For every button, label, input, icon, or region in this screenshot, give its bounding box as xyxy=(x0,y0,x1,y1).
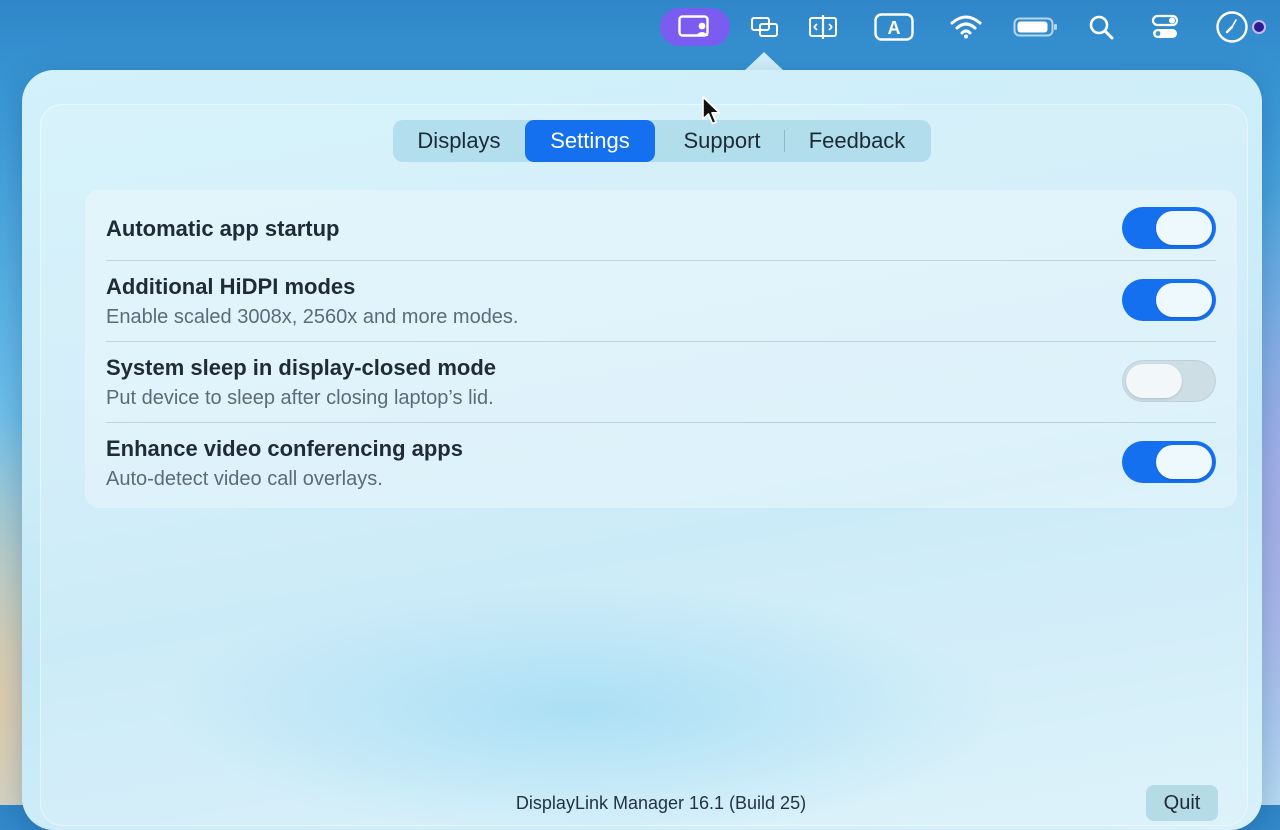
toggle-knob xyxy=(1156,211,1212,245)
setting-title: Enhance video conferencing apps xyxy=(106,436,463,461)
system-sleep-toggle[interactable] xyxy=(1122,360,1216,402)
tab-displays[interactable]: Displays xyxy=(399,120,519,162)
mouse-pointer-icon xyxy=(702,96,722,131)
automatic-startup-toggle[interactable] xyxy=(1122,207,1216,249)
displaylink-manager-icon[interactable] xyxy=(660,8,730,46)
setting-title: Automatic app startup xyxy=(106,216,340,241)
wifi-icon[interactable] xyxy=(948,8,984,46)
control-center-icon[interactable] xyxy=(1150,8,1180,46)
hidpi-modes-toggle[interactable] xyxy=(1122,279,1216,321)
setting-title: Additional HiDPI modes xyxy=(106,274,356,299)
setting-description: Auto-detect video call overlays. xyxy=(106,468,383,490)
quit-button[interactable]: Quit xyxy=(1146,785,1218,821)
toggle-knob xyxy=(1156,445,1212,479)
toggle-knob xyxy=(1126,364,1182,398)
input-source-icon[interactable]: A xyxy=(872,8,916,46)
toggle-knob xyxy=(1156,283,1212,317)
setting-row-system-sleep: System sleep in display-closed mode Put … xyxy=(106,342,1216,422)
clock-icon[interactable] xyxy=(1214,8,1250,46)
setting-description: Put device to sleep after closing laptop… xyxy=(106,387,494,409)
menu-bar: A xyxy=(0,0,1280,54)
tab-support[interactable]: Support xyxy=(663,120,781,162)
version-label: DisplayLink Manager 16.1 (Build 25) xyxy=(515,793,807,813)
siri-icon[interactable] xyxy=(1250,8,1268,46)
displaylink-popover: Displays Settings Support Feedback Autom… xyxy=(22,70,1262,830)
setting-description: Enable scaled 3008x, 2560x and more mode… xyxy=(106,306,519,328)
tab-bar: Displays Settings Support Feedback xyxy=(393,120,931,162)
popover-arrow xyxy=(744,52,784,71)
settings-card: Automatic app startup Additional HiDPI m… xyxy=(85,190,1237,508)
tab-settings[interactable]: Settings xyxy=(525,120,655,162)
setting-title: System sleep in display-closed mode xyxy=(106,355,497,380)
popover-content: Displays Settings Support Feedback Autom… xyxy=(40,104,1248,826)
tab-feedback[interactable]: Feedback xyxy=(791,120,923,162)
split-view-icon[interactable] xyxy=(806,8,840,46)
battery-icon[interactable] xyxy=(1012,8,1060,46)
spotlight-search-icon[interactable] xyxy=(1086,8,1116,46)
tab-separator xyxy=(784,130,785,152)
video-conferencing-toggle[interactable] xyxy=(1122,441,1216,483)
input-source-letter: A xyxy=(888,18,901,38)
screen-mirroring-icon[interactable] xyxy=(748,8,782,46)
setting-row-hidpi-modes: Additional HiDPI modes Enable scaled 300… xyxy=(106,261,1216,341)
setting-row-automatic-startup: Automatic app startup xyxy=(106,190,1216,260)
setting-row-video-conferencing: Enhance video conferencing apps Auto-det… xyxy=(106,423,1216,507)
